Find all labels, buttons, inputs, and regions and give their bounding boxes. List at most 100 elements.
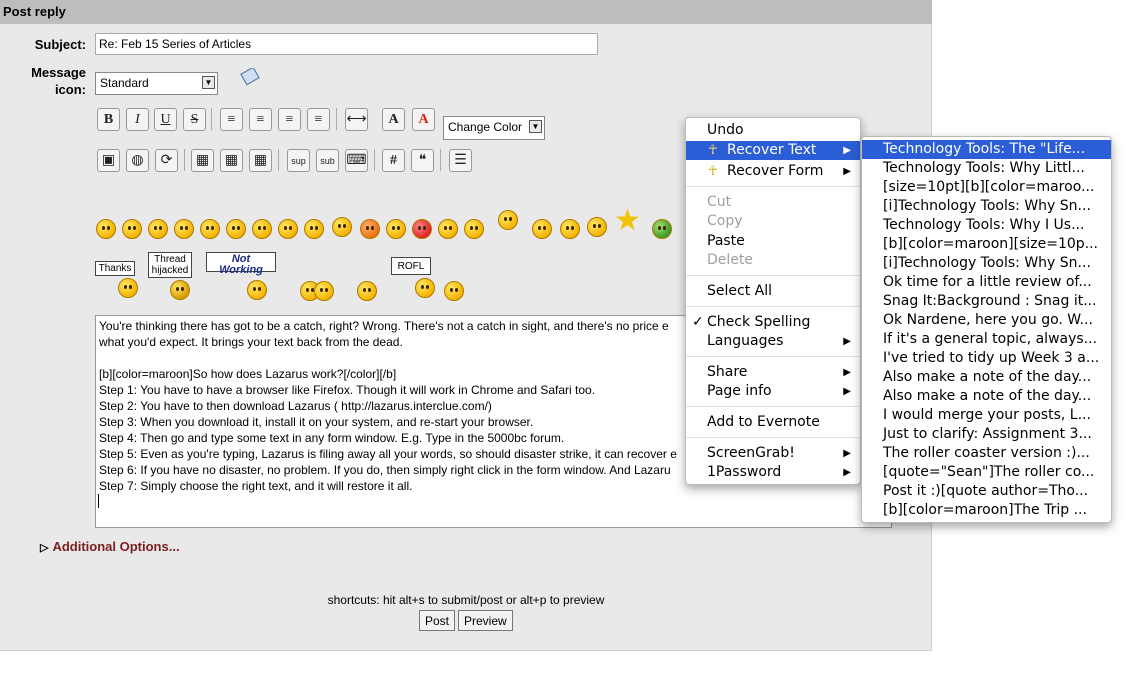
recover-item[interactable]: Also make a note of the day...	[862, 368, 1111, 387]
align-center-button[interactable]: ≡	[278, 108, 301, 131]
insert-table-button[interactable]: ▦	[191, 149, 214, 172]
recover-item[interactable]: Ok time for a little review of...	[862, 273, 1111, 292]
smiley-embarrassed-icon[interactable]	[360, 219, 380, 239]
recover-item[interactable]: Technology Tools: The "Life...	[862, 140, 1111, 159]
smiley-smile-icon[interactable]	[96, 219, 116, 239]
subscript-button[interactable]: sub	[316, 149, 339, 172]
menu-cut[interactable]: Cut	[686, 193, 860, 212]
smiley-cheesy-icon[interactable]	[148, 219, 168, 239]
quote-button[interactable]: ❝	[411, 149, 434, 172]
preview-button[interactable]: Preview	[458, 610, 513, 631]
smiley-hug2-icon[interactable]	[314, 281, 334, 301]
message-icon-select[interactable]: Standard ▼	[95, 72, 218, 95]
menu-1password[interactable]: 1Password ▶	[686, 463, 860, 482]
smiley-undecided-icon[interactable]	[560, 219, 580, 239]
superscript-label: sup	[291, 156, 306, 166]
menu-recover-form[interactable]: ☥ Recover Form ▶	[686, 162, 860, 181]
menu-delete[interactable]: Delete	[686, 251, 860, 270]
star-icon[interactable]: ★	[614, 206, 641, 236]
menu-languages[interactable]: Languages ▶	[686, 332, 860, 351]
recover-item[interactable]: [b][color=maroon][size=10p...	[862, 235, 1111, 254]
insert-flash-button[interactable]: ⟳	[155, 149, 178, 172]
horizontal-rule-button[interactable]: ⟷	[345, 108, 368, 131]
menu-share[interactable]: Share ▶	[686, 363, 860, 382]
italic-button[interactable]: I	[126, 108, 149, 131]
sign-thanks[interactable]: Thanks	[95, 261, 135, 276]
smiley-rofl-icon[interactable]	[415, 278, 435, 298]
recover-item[interactable]: [size=10pt][b][color=maroo...	[862, 178, 1111, 197]
align-left-button[interactable]: ≡	[220, 108, 243, 131]
smiley-sad-icon[interactable]	[226, 219, 246, 239]
post-button[interactable]: Post	[419, 610, 456, 631]
smiley-lipsrsealed-icon[interactable]	[386, 219, 406, 239]
recover-item[interactable]: The roller coaster version :)...	[862, 444, 1111, 463]
smiley-shout-icon[interactable]	[587, 217, 607, 237]
recover-item[interactable]: [i]Technology Tools: Why Sn...	[862, 197, 1111, 216]
font-color-button[interactable]: A	[412, 108, 435, 131]
sign-rofl[interactable]: ROFL	[391, 257, 431, 275]
smiley-thanks-icon[interactable]	[118, 278, 138, 298]
insert-row-button[interactable]: ▦	[220, 149, 243, 172]
menu-copy[interactable]: Copy	[686, 212, 860, 231]
menu-add-to-evernote[interactable]: Add to Evernote	[686, 413, 860, 432]
font-color-icon: A	[418, 112, 429, 127]
menu-screengrab[interactable]: ScreenGrab! ▶	[686, 444, 860, 463]
menu-undo[interactable]: Undo	[686, 121, 860, 140]
recover-item[interactable]: Technology Tools: Why Littl...	[862, 159, 1111, 178]
additional-options-toggle[interactable]: ▷ Additional Options...	[40, 539, 180, 554]
code-button[interactable]: #	[382, 149, 405, 172]
underline-button[interactable]: U	[154, 108, 177, 131]
smiley-laugh-icon[interactable]	[464, 219, 484, 239]
list-button[interactable]: ☰	[449, 149, 472, 172]
menu-recover-text[interactable]: ☥ Recover Text ▶	[686, 141, 860, 160]
smiley-tongue-icon[interactable]	[332, 217, 352, 237]
superscript-button[interactable]: sup	[287, 149, 310, 172]
smiley-grin-icon[interactable]	[174, 219, 194, 239]
smiley-thumbsup-icon[interactable]	[357, 281, 377, 301]
smiley-kiss-icon[interactable]	[412, 219, 432, 239]
recover-item[interactable]: Technology Tools: Why I Us...	[862, 216, 1111, 235]
smiley-sick-icon[interactable]	[652, 219, 672, 239]
menu-paste[interactable]: Paste	[686, 232, 860, 251]
smiley-huh-icon[interactable]	[304, 219, 324, 239]
change-color-select[interactable]: Change Color ▼	[443, 116, 545, 140]
smiley-shocked-icon[interactable]	[252, 219, 272, 239]
recover-item[interactable]: Snag It:Background : Snag it...	[862, 292, 1111, 311]
smiley-dizzy-icon[interactable]	[444, 281, 464, 301]
smiley-not-working-icon[interactable]	[247, 280, 267, 300]
smiley-wink-icon[interactable]	[122, 219, 142, 239]
insert-link-button[interactable]: ◍	[126, 149, 149, 172]
font-size-button[interactable]: A	[382, 108, 405, 131]
sign-not-working[interactable]: Not Working	[206, 252, 276, 276]
strikethrough-button[interactable]: S	[183, 108, 206, 131]
recover-item[interactable]: If it's a general topic, always...	[862, 330, 1111, 349]
recover-item[interactable]: Also make a note of the day...	[862, 387, 1111, 406]
subject-input[interactable]	[95, 33, 598, 55]
recover-item[interactable]: Post it :)[quote author=Tho...	[862, 482, 1111, 501]
bold-button[interactable]: B	[97, 108, 120, 131]
smiley-cool-icon[interactable]	[278, 219, 298, 239]
smiley-popcorn-icon[interactable]	[498, 210, 518, 230]
align-right-button[interactable]: ≡	[307, 108, 330, 131]
menu-share-label: Share	[707, 364, 748, 380]
recover-item[interactable]: I would merge your posts, L...	[862, 406, 1111, 425]
recover-item[interactable]: [i]Technology Tools: Why Sn...	[862, 254, 1111, 273]
recover-item[interactable]: Just to clarify: Assignment 3...	[862, 425, 1111, 444]
recover-item[interactable]: Ok Nardene, here you go. W...	[862, 311, 1111, 330]
smiley-rolleyes-icon[interactable]	[532, 219, 552, 239]
menu-separator	[686, 406, 860, 407]
smiley-cry-icon[interactable]	[438, 219, 458, 239]
menu-select-all[interactable]: Select All	[686, 282, 860, 301]
insert-column-button[interactable]: ▦	[249, 149, 272, 172]
recover-item[interactable]: [quote="Sean"]The roller co...	[862, 463, 1111, 482]
smiley-hijacker-icon[interactable]	[170, 280, 190, 300]
recover-item[interactable]: I've tried to tidy up Week 3 a...	[862, 349, 1111, 368]
menu-page-info[interactable]: Page info ▶	[686, 382, 860, 401]
menu-check-spelling[interactable]: ✓ Check Spelling	[686, 313, 860, 332]
align-justify-button[interactable]: ≡	[249, 108, 272, 131]
teletype-button[interactable]: ⌨	[345, 149, 368, 172]
smiley-angry-icon[interactable]	[200, 219, 220, 239]
recover-item[interactable]: [b][color=maroon]The Trip ...	[862, 501, 1111, 520]
insert-image-button[interactable]: ▣	[97, 149, 120, 172]
sign-thread-hijacked[interactable]: Thread hijacked	[148, 252, 192, 278]
